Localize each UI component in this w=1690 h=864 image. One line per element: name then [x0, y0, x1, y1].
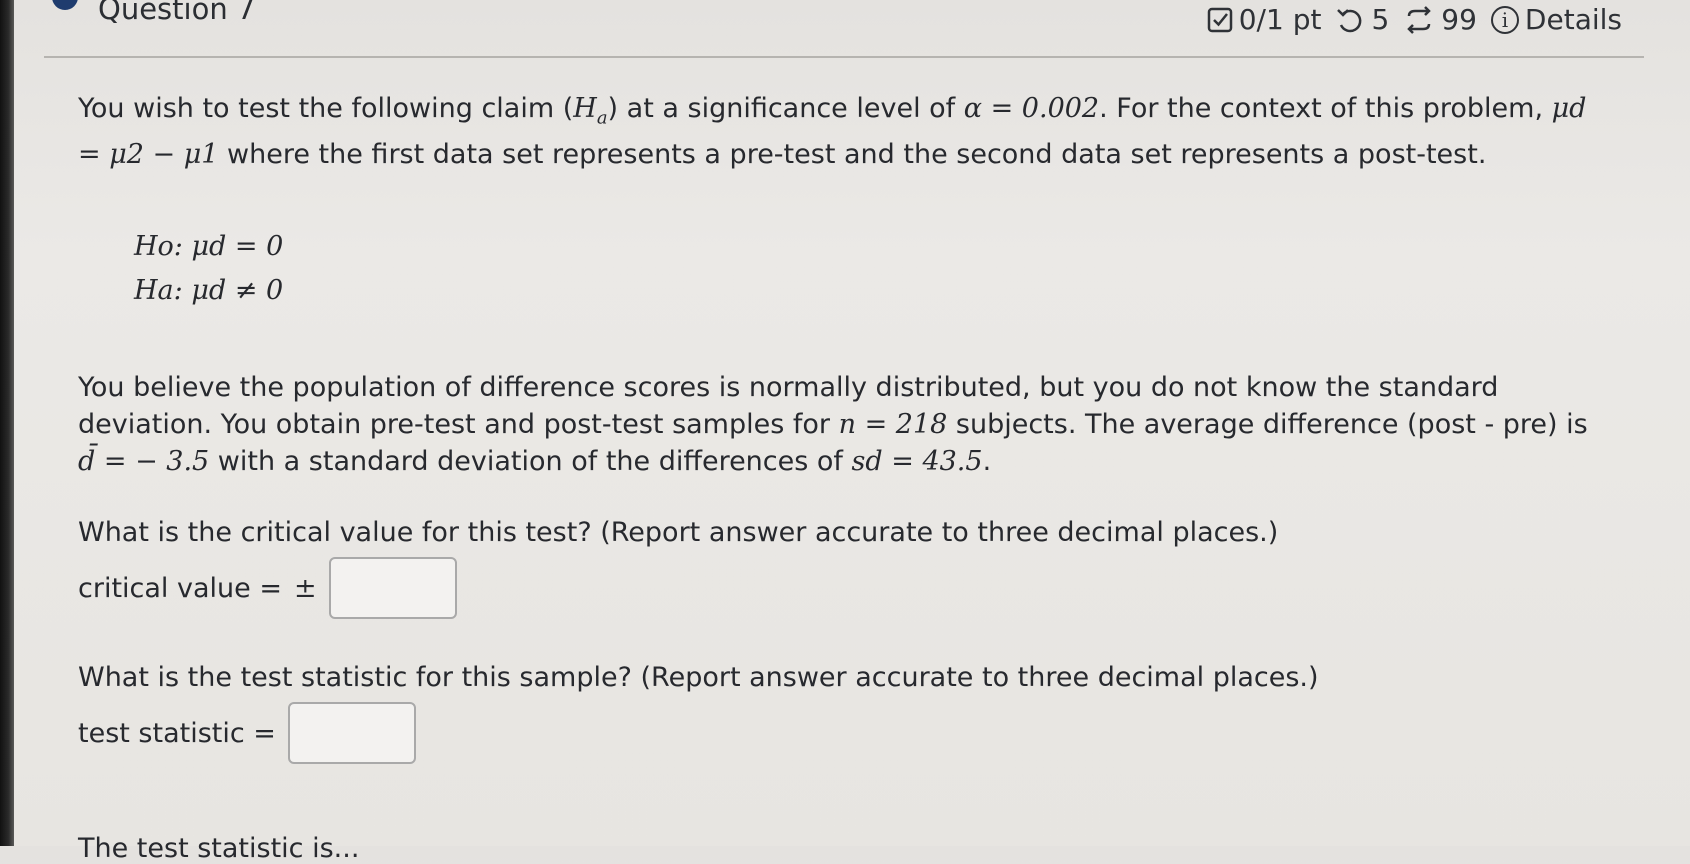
test-statistic-input[interactable] [287, 702, 416, 765]
question-meta: 0/1 pt 5 99 i Details [1207, 3, 1622, 36]
screen-bezel [0, 0, 14, 846]
alternative-hypothesis: Ha: μd ≠ 0 [134, 275, 284, 307]
plus-minus-symbol: ± [293, 572, 317, 604]
intro-paragraph: You wish to test the following claim (Ha… [78, 90, 1598, 173]
attempts-item: 99 [1403, 3, 1477, 36]
test-statistic-row: test statistic = [78, 702, 1598, 765]
question-bullet-icon [52, 0, 78, 10]
retries-item: 5 [1335, 3, 1389, 36]
test-statistic-label: test statistic = [78, 717, 276, 749]
repeat-icon [1403, 5, 1435, 35]
alpha-expression: α = 0.002 [963, 93, 1100, 124]
test-statistic-prompt: What is the test statistic for this samp… [78, 662, 1319, 694]
attempts-count: 99 [1441, 3, 1477, 36]
retries-count: 5 [1371, 3, 1390, 36]
score-text: 0/1 pt [1238, 3, 1322, 36]
critical-value-prompt: What is the critical value for this test… [78, 517, 1279, 549]
critical-value-label: critical value = [78, 572, 282, 604]
ha-symbol: Ha [573, 93, 608, 129]
n-expression: n = 218 [838, 409, 948, 441]
question-title: Question 7 [98, 0, 256, 26]
critical-value-row: critical value = ± [78, 557, 1598, 620]
dbar-expression: d̄ = − 3.5 [78, 446, 210, 478]
critical-value-input[interactable] [328, 557, 457, 620]
null-hypothesis: Ho: μd = 0 [134, 231, 284, 263]
header-divider [44, 56, 1644, 58]
intro-text-a: You wish to test the following claim ( [78, 93, 574, 124]
sd-expression: sd = 43.5 [851, 446, 983, 478]
intro-text-c: . For the context of this problem, [1099, 93, 1552, 124]
intro-text-d: where the first data set represents a pr… [218, 139, 1487, 171]
context-text-d: . [982, 446, 992, 478]
details-label: Details [1524, 3, 1622, 36]
question-body: You wish to test the following claim (Ha… [78, 90, 1598, 765]
undo-icon [1335, 6, 1365, 34]
details-button[interactable]: i Details [1490, 3, 1622, 36]
checkbox-icon [1207, 7, 1233, 33]
context-text-b: subjects. The average difference (post -… [947, 409, 1588, 441]
context-paragraph: You believe the population of difference… [78, 369, 1598, 480]
hypotheses-block: Ho: μd = 0 Ha: μd ≠ 0 [134, 225, 1598, 313]
intro-text-b: ) at a significance level of [607, 93, 964, 124]
info-icon: i [1490, 5, 1519, 34]
score-item: 0/1 pt [1207, 3, 1322, 36]
trailing-text: The test statistic is... [78, 833, 360, 864]
context-text-c: with a standard deviation of the differe… [209, 446, 852, 478]
